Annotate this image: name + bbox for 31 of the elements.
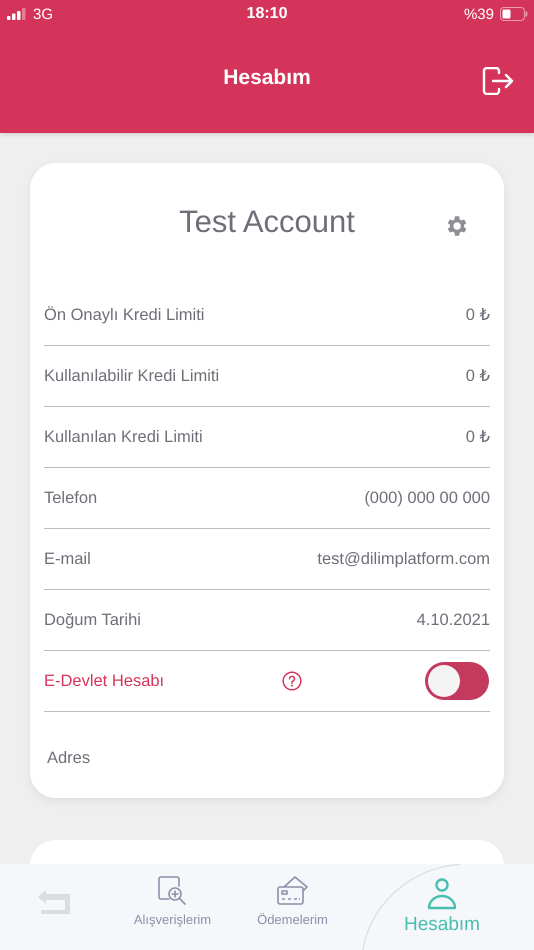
back-icon bbox=[38, 890, 72, 916]
field-value: 4.10.2021 bbox=[416, 610, 490, 630]
magnifier-document-icon bbox=[158, 876, 188, 906]
field-label: Kullanılan Kredi Limiti bbox=[44, 428, 203, 446]
field-label: Adres bbox=[47, 748, 90, 768]
battery-percent: %39 bbox=[464, 6, 494, 22]
page-title: Hesabım bbox=[223, 66, 311, 90]
tab-item[interactable]: Alışverişlerim bbox=[110, 864, 235, 927]
field-label: Telefon bbox=[44, 488, 98, 508]
logout-icon[interactable] bbox=[482, 67, 514, 95]
account-name: Test Account bbox=[179, 204, 355, 240]
field-value: 0 ₺ bbox=[466, 427, 490, 447]
field-value: 0 ₺ bbox=[466, 305, 490, 325]
network-label: 3G bbox=[33, 6, 54, 22]
field-label: E-mail bbox=[44, 550, 91, 568]
battery-icon bbox=[500, 7, 528, 21]
toggle-switch[interactable] bbox=[425, 662, 489, 700]
help-icon[interactable] bbox=[282, 671, 302, 691]
field-label: Doğum Tarihi bbox=[44, 610, 141, 630]
credit-card-icon bbox=[276, 876, 308, 906]
field-label: Ön Onaylı Kredi Limiti bbox=[44, 306, 204, 324]
tab-item[interactable]: Hesabım bbox=[350, 864, 534, 936]
field-value: 0 ₺ bbox=[466, 366, 490, 386]
status-time: 18:10 bbox=[246, 5, 288, 23]
field-value: (000) 000 00 000 bbox=[364, 488, 490, 508]
field-label: E-Devlet Hesabı bbox=[44, 672, 164, 690]
field-label: Kullanılabilir Kredi Limiti bbox=[44, 366, 220, 386]
signal-icon bbox=[7, 8, 27, 20]
tab-item[interactable]: Ödemelerim bbox=[235, 864, 350, 927]
field-value: test@dilimplatform.com bbox=[317, 550, 490, 568]
user-icon bbox=[427, 878, 457, 910]
